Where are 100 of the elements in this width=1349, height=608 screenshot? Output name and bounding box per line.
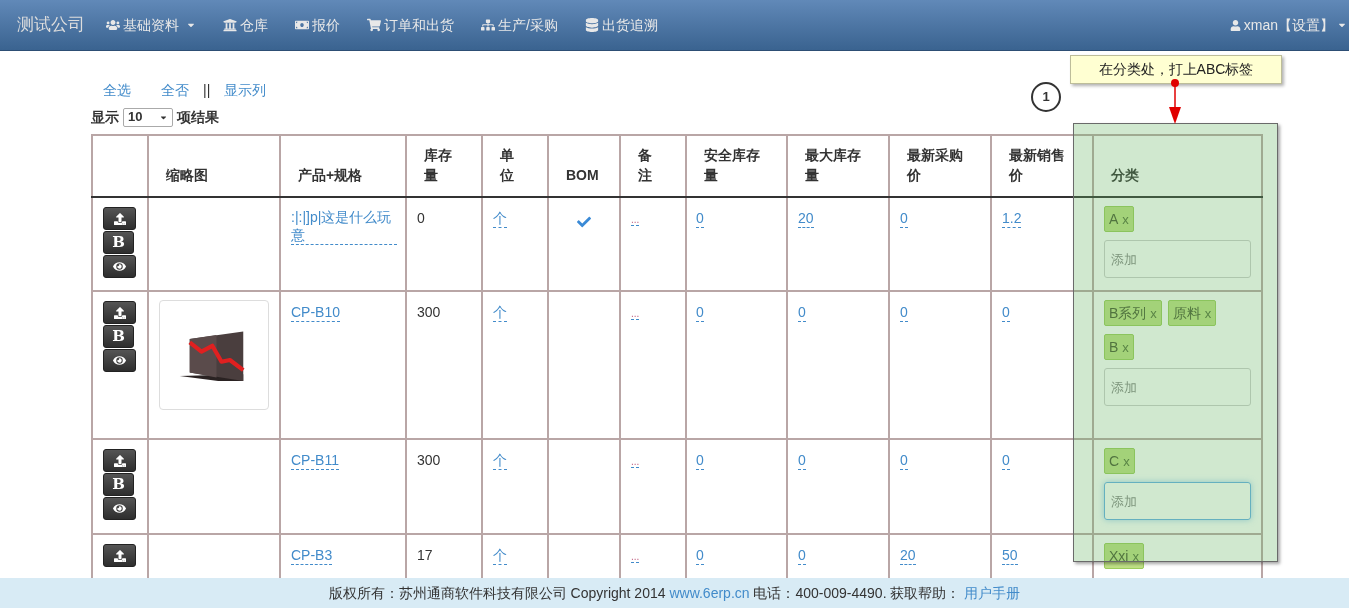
footer-text: 版权所有：苏州通商软件科技有限公司 Copyright 2014 www.6erp.cn 电话：400-009-4490. 获取帮助： 用户手册 — [328, 583, 1021, 603]
value-link[interactable]: 0 — [900, 303, 908, 322]
eye-icon — [113, 502, 126, 515]
add-tag-field[interactable]: 添加 — [1104, 482, 1251, 520]
view-button[interactable] — [103, 349, 136, 372]
value-link[interactable]: 0 — [696, 546, 704, 565]
remove-tag-button[interactable]: x — [1204, 306, 1212, 320]
tag-label: B系列 — [1109, 303, 1147, 323]
upload-button[interactable] — [103, 449, 136, 472]
users-icon — [106, 18, 120, 32]
value-link[interactable]: 0 — [798, 303, 806, 322]
sitemap-icon — [481, 18, 495, 32]
product-link[interactable]: CP-B10 — [291, 303, 341, 322]
unit-link[interactable]: 个 — [493, 303, 507, 322]
column-header: 最新销售价 — [991, 135, 1093, 197]
toolbar-link[interactable]: 显示列 — [224, 79, 267, 101]
tag-label: A — [1109, 209, 1119, 229]
cart-icon — [367, 18, 381, 32]
bold-button[interactable]: B — [103, 325, 134, 348]
remove-tag-button[interactable]: x — [1122, 212, 1129, 226]
page-size-label: 项结果 — [177, 107, 219, 127]
toolbar-link[interactable]: 全选 — [103, 79, 131, 101]
add-tag-field[interactable]: 添加 — [1104, 240, 1251, 278]
note-link[interactable]: ... — [631, 551, 640, 563]
upload-button[interactable] — [103, 207, 136, 230]
tag-label: B — [1109, 337, 1119, 357]
banknote-icon — [295, 18, 309, 32]
value-link[interactable]: 0 — [696, 303, 704, 322]
value-link[interactable]: 0 — [798, 546, 806, 565]
upload-button[interactable] — [103, 544, 136, 567]
step-number: 1 — [1031, 82, 1061, 112]
upload-button[interactable] — [103, 301, 136, 324]
user-icon — [1229, 19, 1241, 31]
column-header: 最新采购价 — [889, 135, 991, 197]
tag-label: C — [1109, 451, 1120, 471]
remove-tag-button[interactable]: x — [1122, 340, 1129, 354]
nav-item[interactable]: 仓库 — [214, 14, 277, 36]
value-link[interactable]: 0 — [696, 451, 704, 470]
remove-tag-button[interactable]: x — [1150, 306, 1157, 320]
product-link[interactable]: CP-B11 — [291, 451, 339, 470]
brand-title: 测试公司 — [17, 14, 85, 37]
column-header: 分类 — [1093, 135, 1262, 197]
column-header: 产品+规格 — [280, 135, 406, 197]
upload-icon — [113, 212, 126, 225]
nav-item[interactable]: 报价 — [286, 14, 349, 36]
column-header: 安全库存量 — [686, 135, 787, 197]
user-menu[interactable]: xman【设置】 — [1229, 14, 1347, 36]
upload-icon — [113, 306, 126, 319]
toolbar-link[interactable]: 全否 — [161, 79, 189, 101]
view-button[interactable] — [103, 255, 136, 278]
note-link[interactable]: ... — [631, 456, 640, 468]
value-link[interactable]: 0 — [1002, 303, 1010, 322]
unit-link[interactable]: 个 — [493, 451, 507, 470]
nav-item[interactable]: 订单和出货 — [358, 14, 463, 36]
note-link[interactable]: ... — [631, 308, 640, 320]
eye-icon — [113, 354, 126, 367]
value-link[interactable]: 50 — [1002, 546, 1018, 565]
stock-value: 0 — [417, 210, 425, 226]
tag-label: 原料 — [1172, 303, 1201, 323]
remove-tag-button[interactable]: x — [1123, 454, 1130, 468]
unit-link[interactable]: 个 — [493, 546, 507, 565]
website-link[interactable]: www.6erp.cn — [669, 584, 750, 601]
bold-button[interactable]: B — [103, 231, 134, 254]
help-link[interactable]: 用户手册 — [964, 584, 1021, 601]
view-button[interactable] — [103, 497, 136, 520]
add-tag-field[interactable]: 添加 — [1104, 368, 1251, 406]
value-link[interactable]: 20 — [900, 546, 916, 565]
database-icon — [584, 18, 599, 32]
product-link[interactable]: CP-B3 — [291, 546, 333, 565]
nav-item[interactable]: 基础资料 — [97, 14, 205, 36]
value-link[interactable]: 0 — [798, 451, 806, 470]
annotation-arrow — [1169, 79, 1181, 124]
value-link[interactable]: 1.2 — [1002, 209, 1022, 228]
value-link[interactable]: 20 — [798, 209, 814, 228]
value-link[interactable]: 0 — [696, 209, 704, 228]
page-size-select[interactable]: 10 — [123, 107, 173, 127]
remove-tag-button[interactable]: x — [1132, 549, 1139, 563]
column-header: 单位 — [482, 135, 548, 197]
column-header: 最大库存量 — [787, 135, 889, 197]
upload-icon — [113, 549, 126, 562]
upload-icon — [113, 454, 126, 467]
bold-button[interactable]: B — [103, 473, 134, 496]
stock-value: 17 — [417, 547, 433, 563]
tag-label: Xxi — [1109, 546, 1129, 566]
value-link[interactable]: 0 — [900, 451, 908, 470]
nav-item[interactable]: 出货追溯 — [575, 14, 667, 36]
eye-icon — [113, 260, 126, 273]
column-header: 库存量 — [406, 135, 482, 197]
value-link[interactable]: 0 — [1002, 451, 1010, 470]
stock-value: 300 — [417, 452, 441, 468]
nav-item[interactable]: 生产/采购 — [472, 14, 567, 36]
column-header: BOM — [548, 135, 620, 197]
bank-icon — [223, 18, 237, 32]
unit-link[interactable]: 个 — [493, 209, 507, 228]
separator: || — [203, 80, 211, 100]
callout-note: 在分类处，打上ABC标签 — [1070, 55, 1282, 84]
page-size-label: 显示 — [91, 107, 119, 127]
value-link[interactable]: 0 — [900, 209, 908, 228]
column-header: 缩略图 — [148, 135, 280, 197]
note-link[interactable]: ... — [631, 214, 640, 226]
